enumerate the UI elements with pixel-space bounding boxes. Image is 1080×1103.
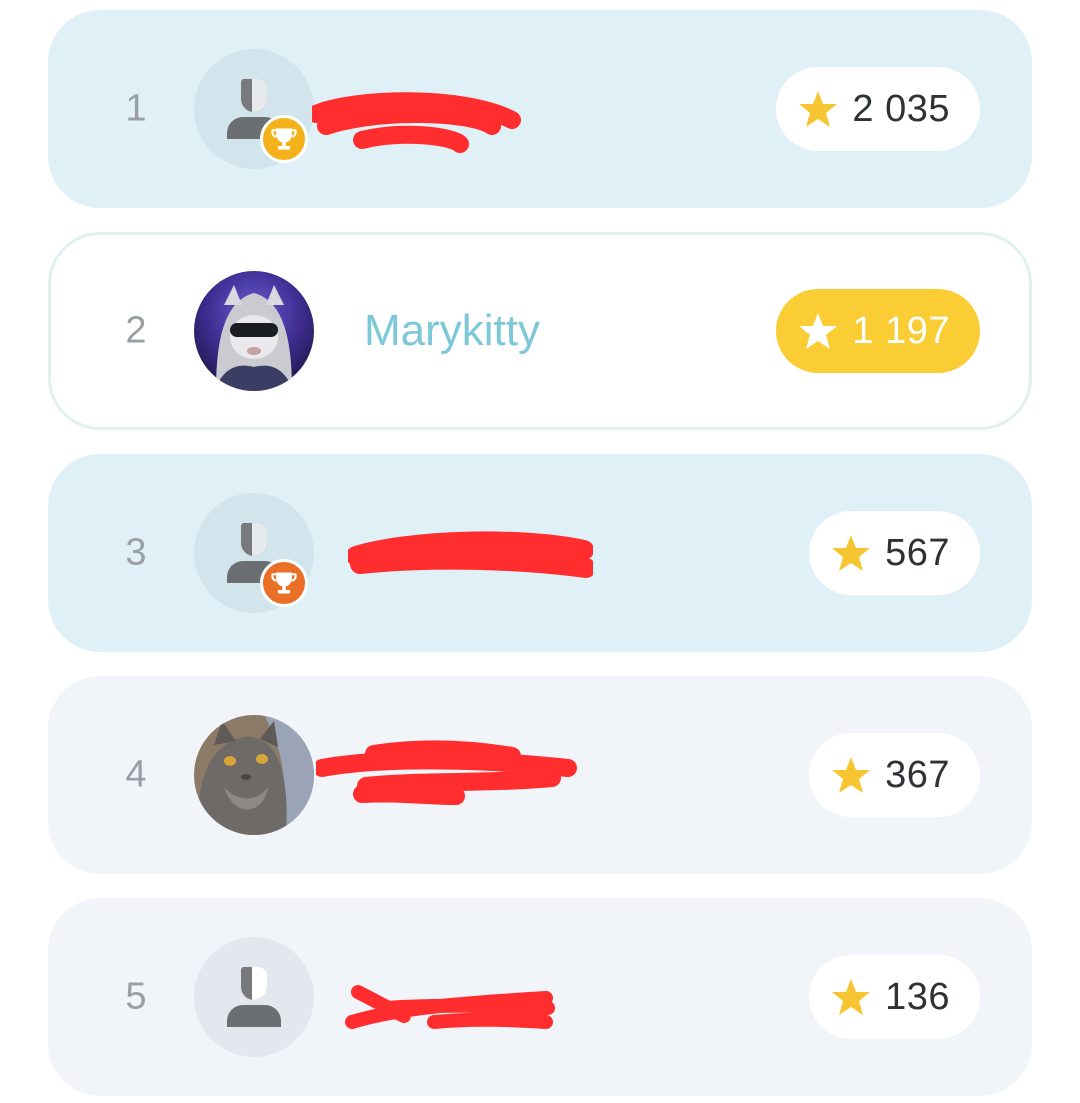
star-icon: [832, 535, 871, 571]
trophy-icon: [271, 128, 297, 150]
rank-number: 1: [125, 87, 147, 130]
score-value: 367: [885, 753, 950, 796]
username[interactable]: Marykitty: [364, 306, 540, 356]
redaction-mark: [345, 985, 555, 1029]
trophy-icon: [271, 572, 297, 594]
avatar[interactable]: [194, 493, 314, 613]
leaderboard-row-4[interactable]: 4 367: [48, 676, 1032, 874]
star-icon: [832, 757, 871, 793]
avatar[interactable]: [194, 271, 314, 391]
score-value: 567: [885, 531, 950, 574]
leaderboard-row-2[interactable]: 2 Marykitty 1 197: [48, 232, 1032, 430]
rank-number: 3: [125, 531, 147, 574]
cat-avatar: [194, 271, 314, 391]
rank-number: 2: [125, 309, 147, 352]
score-pill-highlight: 1 197: [776, 289, 980, 373]
score-value: 2 035: [852, 87, 950, 130]
rank-number: 4: [125, 753, 147, 796]
score-pill: 2 035: [776, 67, 980, 151]
rank-number: 5: [125, 975, 147, 1018]
redaction-mark: [312, 92, 521, 153]
leaderboard-row-3[interactable]: 3 567: [48, 454, 1032, 652]
star-icon: [832, 979, 871, 1015]
avatar[interactable]: [194, 49, 314, 169]
avatar[interactable]: [194, 937, 314, 1057]
bronze-trophy-badge: [260, 559, 308, 607]
avatar[interactable]: [194, 715, 314, 835]
person-icon: [227, 967, 281, 1027]
score-value: 1 197: [852, 309, 950, 352]
cat-avatar: [194, 715, 314, 835]
score-pill: 567: [809, 511, 980, 595]
redaction-mark: [348, 531, 593, 578]
star-icon: [799, 91, 838, 127]
score-pill: 136: [809, 955, 980, 1039]
leaderboard-row-5[interactable]: 5 136: [48, 898, 1032, 1096]
score-value: 136: [885, 975, 950, 1018]
score-pill: 367: [809, 733, 980, 817]
redaction-mark: [316, 740, 577, 805]
leaderboard-row-1[interactable]: 1 2 035: [48, 10, 1032, 208]
gold-trophy-badge: [260, 115, 308, 163]
star-icon: [799, 313, 838, 349]
